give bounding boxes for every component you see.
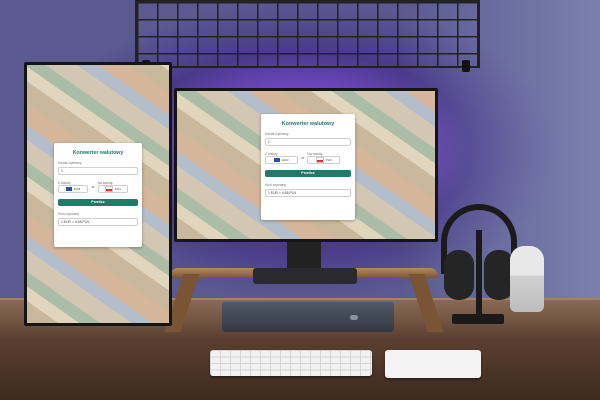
result-field: 1 EUR = 4.68 PLN [265, 189, 351, 197]
swap-icon[interactable]: ⇄ [92, 185, 95, 189]
center-monitor: Konwerter walutowy Kwota wymiany 1 Z wal… [174, 88, 438, 242]
from-currency-select[interactable]: EUR [58, 185, 89, 193]
to-currency-select[interactable]: PLN [97, 185, 128, 193]
monitor-stand-base [253, 268, 357, 284]
from-currency-value: EUR [282, 158, 289, 162]
eu-flag-icon [274, 158, 281, 162]
from-currency-value: EUR [74, 187, 81, 191]
converter-title: Konwerter walutowy [72, 150, 124, 156]
result-field: 1 EUR = 4.68 PLN [58, 218, 138, 226]
trackpad [385, 350, 481, 378]
currency-selectors: Z waluty EUR ⇄ Na walutę PLN [58, 181, 138, 193]
result-label: Kurs wymiany [265, 183, 287, 187]
to-currency-group: Na walutę PLN [97, 181, 128, 193]
closed-laptop [222, 302, 394, 332]
convert-button[interactable]: Przelicz [265, 170, 351, 177]
result-label: Kurs wymiany [58, 212, 80, 216]
to-currency-group: Na walutę PLN [307, 152, 341, 164]
to-currency-value: PLN [114, 187, 121, 191]
amount-input[interactable]: 1 [58, 167, 138, 175]
pl-flag-icon [104, 186, 113, 192]
from-currency-select[interactable]: EUR [265, 156, 298, 164]
currency-selectors: Z waluty EUR ⇄ Na walutę PLN [265, 152, 351, 164]
from-currency-group: Z waluty EUR [265, 152, 298, 164]
smart-speaker [510, 246, 544, 312]
from-currency-group: Z waluty EUR [58, 181, 89, 193]
swap-icon[interactable]: ⇄ [301, 156, 304, 160]
amount-label: Kwota wymiany [265, 132, 289, 136]
rack-clip [462, 60, 470, 72]
keyboard [210, 350, 372, 376]
to-currency-value: PLN [325, 158, 332, 162]
laptop-logo-icon [350, 315, 358, 320]
converter-title: Konwerter walutowy [281, 121, 335, 127]
headphones-earcup [444, 250, 474, 300]
desk-scene: Konwerter walutowy Kwota wymiany 1 Z wal… [0, 0, 600, 400]
pl-flag-icon [315, 157, 324, 163]
left-monitor: Konwerter walutowy Kwota wymiany 1 Z wal… [24, 62, 172, 326]
headphone-stand-base [452, 314, 504, 324]
amount-input[interactable]: 1 [265, 138, 351, 146]
convert-button[interactable]: Przelicz [58, 199, 138, 206]
currency-converter-card: Konwerter walutowy Kwota wymiany 1 Z wal… [261, 114, 355, 220]
wall-grid-rack [135, 0, 480, 68]
to-currency-select[interactable]: PLN [307, 156, 341, 164]
currency-converter-card: Konwerter walutowy Kwota wymiany 1 Z wal… [54, 143, 142, 247]
left-monitor-screen: Konwerter walutowy Kwota wymiany 1 Z wal… [27, 65, 169, 323]
center-monitor-screen: Konwerter walutowy Kwota wymiany 1 Z wal… [177, 91, 435, 239]
amount-label: Kwota wymiany [58, 161, 82, 165]
eu-flag-icon [66, 187, 73, 191]
